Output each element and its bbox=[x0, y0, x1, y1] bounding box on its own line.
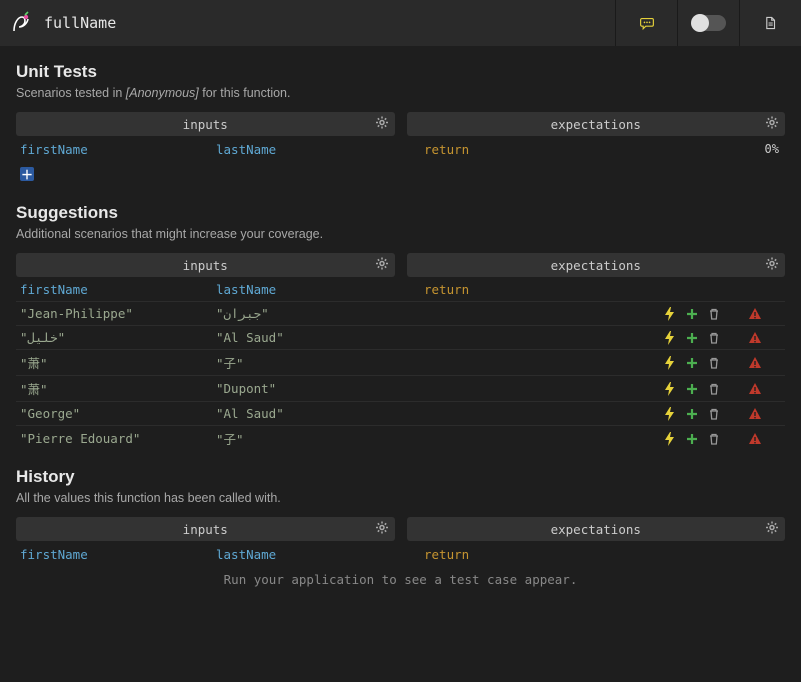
document-icon bbox=[764, 16, 778, 30]
function-name: fullName bbox=[44, 14, 116, 32]
suggestion-row: "George""Al Saud" bbox=[16, 402, 785, 426]
param-firstname: firstName bbox=[16, 547, 212, 562]
return-label: return bbox=[420, 142, 665, 157]
unit-tests-subtitle: Scenarios tested in [Anonymous] for this… bbox=[16, 86, 785, 100]
add-test-row[interactable]: ＋ bbox=[16, 161, 785, 187]
toggle-track bbox=[692, 15, 726, 31]
suggestion-lastname: "Dupont" bbox=[212, 381, 408, 396]
add-suggestion-button[interactable] bbox=[685, 382, 699, 396]
delete-suggestion-button[interactable] bbox=[707, 356, 721, 370]
delete-suggestion-button[interactable] bbox=[707, 307, 721, 321]
unit-tests-title: Unit Tests bbox=[16, 62, 785, 82]
delete-suggestion-button[interactable] bbox=[707, 382, 721, 396]
suggestion-firstname: "萧" bbox=[16, 353, 212, 372]
history-empty-hint: Run your application to see a test case … bbox=[16, 566, 785, 593]
delete-suggestion-button[interactable] bbox=[707, 331, 721, 345]
suggestion-row: "Pierre Edouard""子" bbox=[16, 426, 785, 451]
add-suggestion-button[interactable] bbox=[685, 356, 699, 370]
add-suggestion-button[interactable] bbox=[685, 307, 699, 321]
inputs-column-header: inputs bbox=[16, 112, 395, 136]
add-suggestion-button[interactable] bbox=[685, 407, 699, 421]
suggestion-lastname: "جبران" bbox=[212, 306, 408, 321]
expectations-column-header: expectations bbox=[407, 112, 786, 136]
return-label: return bbox=[420, 282, 665, 297]
plus-icon: ＋ bbox=[20, 167, 34, 181]
suggestion-row: "خليل""Al Saud" bbox=[16, 326, 785, 350]
chat-button[interactable] bbox=[615, 0, 677, 46]
warning-icon bbox=[748, 356, 762, 370]
run-suggestion-button[interactable] bbox=[663, 432, 677, 446]
suggestion-firstname: "خليل" bbox=[16, 330, 212, 345]
suggestion-row: "萧""Dupont" bbox=[16, 376, 785, 402]
run-suggestion-button[interactable] bbox=[663, 331, 677, 345]
suggestion-firstname: "Jean-Philippe" bbox=[16, 306, 212, 321]
expectations-settings-button[interactable] bbox=[765, 116, 779, 133]
suggestion-firstname: "George" bbox=[16, 406, 212, 421]
history-section: History All the values this function has… bbox=[0, 451, 801, 609]
param-firstname: firstName bbox=[16, 282, 212, 297]
inputs-settings-button[interactable] bbox=[375, 521, 389, 538]
history-title: History bbox=[16, 467, 785, 487]
run-suggestion-button[interactable] bbox=[663, 407, 677, 421]
expectations-settings-button[interactable] bbox=[765, 257, 779, 274]
suggestion-firstname: "萧" bbox=[16, 379, 212, 398]
history-subtitle: All the values this function has been ca… bbox=[16, 491, 785, 505]
suggestion-lastname: "Al Saud" bbox=[212, 406, 408, 421]
suggestions-section: Suggestions Additional scenarios that mi… bbox=[0, 187, 801, 451]
suggestion-lastname: "子" bbox=[212, 353, 408, 372]
param-lastname: lastName bbox=[212, 547, 408, 562]
suggestion-firstname: "Pierre Edouard" bbox=[16, 431, 212, 446]
warning-icon bbox=[748, 407, 762, 421]
warning-icon bbox=[748, 382, 762, 396]
return-label: return bbox=[420, 547, 665, 562]
suggestion-lastname: "子" bbox=[212, 429, 408, 448]
expectations-column-header: expectations bbox=[407, 253, 786, 277]
inputs-settings-button[interactable] bbox=[375, 116, 389, 133]
docs-button[interactable] bbox=[739, 0, 801, 46]
warning-icon bbox=[748, 432, 762, 446]
warning-icon bbox=[748, 307, 762, 321]
coverage-percent: 0% bbox=[725, 142, 785, 156]
delete-suggestion-button[interactable] bbox=[707, 407, 721, 421]
suggestion-lastname: "Al Saud" bbox=[212, 330, 408, 345]
suggestion-row: "萧""子" bbox=[16, 350, 785, 376]
suggestion-row: "Jean-Philippe""جبران" bbox=[16, 302, 785, 326]
dark-mode-toggle[interactable] bbox=[677, 0, 739, 46]
expectations-column-header: expectations bbox=[407, 517, 786, 541]
unit-tests-section: Unit Tests Scenarios tested in [Anonymou… bbox=[0, 46, 801, 187]
run-suggestion-button[interactable] bbox=[663, 307, 677, 321]
add-suggestion-button[interactable] bbox=[685, 432, 699, 446]
expectations-settings-button[interactable] bbox=[765, 521, 779, 538]
app-logo bbox=[10, 11, 34, 35]
inputs-column-header: inputs bbox=[16, 517, 395, 541]
chat-icon bbox=[640, 16, 654, 30]
delete-suggestion-button[interactable] bbox=[707, 432, 721, 446]
inputs-settings-button[interactable] bbox=[375, 257, 389, 274]
run-suggestion-button[interactable] bbox=[663, 356, 677, 370]
suggestions-title: Suggestions bbox=[16, 203, 785, 223]
param-lastname: lastName bbox=[212, 282, 408, 297]
inputs-column-header: inputs bbox=[16, 253, 395, 277]
top-bar: fullName bbox=[0, 0, 801, 46]
warning-icon bbox=[748, 331, 762, 345]
param-firstname: firstName bbox=[16, 142, 212, 157]
run-suggestion-button[interactable] bbox=[663, 382, 677, 396]
add-suggestion-button[interactable] bbox=[685, 331, 699, 345]
param-lastname: lastName bbox=[212, 142, 408, 157]
suggestions-subtitle: Additional scenarios that might increase… bbox=[16, 227, 785, 241]
